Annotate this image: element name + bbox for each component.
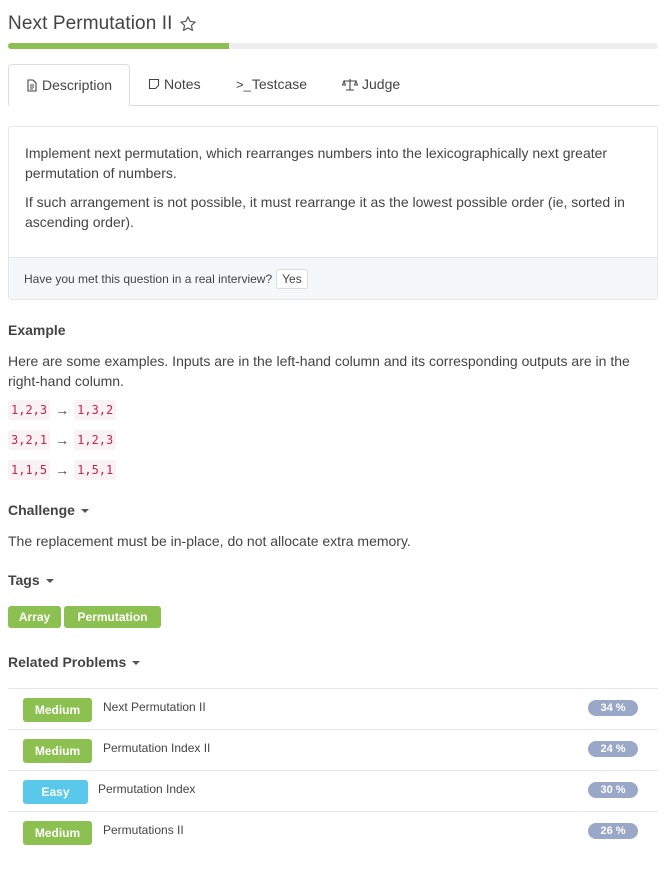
tab-judge[interactable]: Judge [342,64,400,104]
tab-label: Description [41,77,113,93]
description-paragraph: Implement next permutation, which rearra… [25,145,608,181]
acceptance-rate-badge: 34 % [588,700,638,716]
example-row: 1,2,3 → 1,3,2 [8,400,117,420]
tags-toggle[interactable]: Tags [8,572,54,588]
list-item[interactable]: Easy Permutation Index 30 % [8,770,658,811]
description-paragraph: If such arrangement is not possible, it … [25,194,625,230]
arrow-icon: → [55,402,70,418]
terminal-icon: >_ [236,76,251,92]
progress-fill [8,43,229,49]
list-item[interactable]: Medium Next Permutation II 34 % [8,688,658,729]
tag-array[interactable]: Array [8,606,61,628]
difficulty-badge: Easy [23,780,88,804]
star-icon[interactable] [179,15,197,33]
example-heading: Example [8,322,66,338]
challenge-heading: Challenge [8,502,75,518]
tab-bar: Description Notes >_ Testcase Judge [8,64,659,106]
caret-down-icon [132,661,141,665]
example-row: 3,2,1 → 1,2,3 [8,430,117,450]
arrow-icon: → [55,462,70,478]
example-row: 1,1,5 → 1,5,1 [8,460,117,480]
challenge-toggle[interactable]: Challenge [8,502,89,518]
challenge-text: The replacement must be in-place, do not… [8,533,411,549]
difficulty-badge: Medium [23,739,92,763]
page-title: Next Permutation II [8,13,173,34]
yes-button[interactable]: Yes [276,268,308,289]
difficulty-badge: Medium [23,821,92,845]
example-input: 1,2,3 [8,400,51,420]
acceptance-rate-badge: 24 % [588,741,638,757]
tab-label: Testcase [251,76,308,92]
example-input: 3,2,1 [8,430,51,450]
tab-description[interactable]: Description [8,64,130,106]
arrow-icon: → [55,432,70,448]
interview-footer: Have you met this question in a real int… [9,257,657,299]
tab-notes[interactable]: Notes [148,64,201,104]
tag-permutation[interactable]: Permutation [64,606,161,628]
tab-testcase[interactable]: >_ Testcase [236,64,307,104]
scale-icon [342,78,358,91]
description-body: Implement next permutation, which rearra… [9,127,657,232]
related-problems-list: Medium Next Permutation II 34 % Medium P… [8,688,658,852]
related-problems-toggle[interactable]: Related Problems [8,654,141,670]
title-row: Next Permutation II [8,10,197,38]
example-output: 1,2,3 [74,430,117,450]
caret-down-icon [80,509,89,513]
example-heading-text: Example [8,322,66,338]
list-item[interactable]: Medium Permutation Index II 24 % [8,729,658,770]
progress-bar [8,43,658,49]
example-output: 1,5,1 [74,460,117,480]
difficulty-badge: Medium [23,698,92,722]
example-input: 1,1,5 [8,460,51,480]
related-problem-link[interactable]: Next Permutation II [103,700,206,714]
related-problem-link[interactable]: Permutation Index [98,782,195,796]
related-heading: Related Problems [8,654,127,670]
acceptance-rate-badge: 30 % [588,782,638,798]
related-problem-link[interactable]: Permutations II [103,823,184,837]
tab-label: Judge [362,76,401,92]
tab-label: Notes [164,76,201,92]
caret-down-icon [45,579,54,583]
tags-heading: Tags [8,572,40,588]
example-output: 1,3,2 [74,400,117,420]
list-item[interactable]: Medium Permutations II 26 % [8,811,658,852]
document-icon [27,78,37,92]
related-problem-link[interactable]: Permutation Index II [103,741,210,755]
description-panel: Implement next permutation, which rearra… [8,126,658,300]
acceptance-rate-badge: 26 % [588,823,638,839]
interview-question: Have you met this question in a real int… [24,271,273,286]
note-icon [148,78,160,90]
example-text: Here are some examples. Inputs are in th… [8,353,630,389]
